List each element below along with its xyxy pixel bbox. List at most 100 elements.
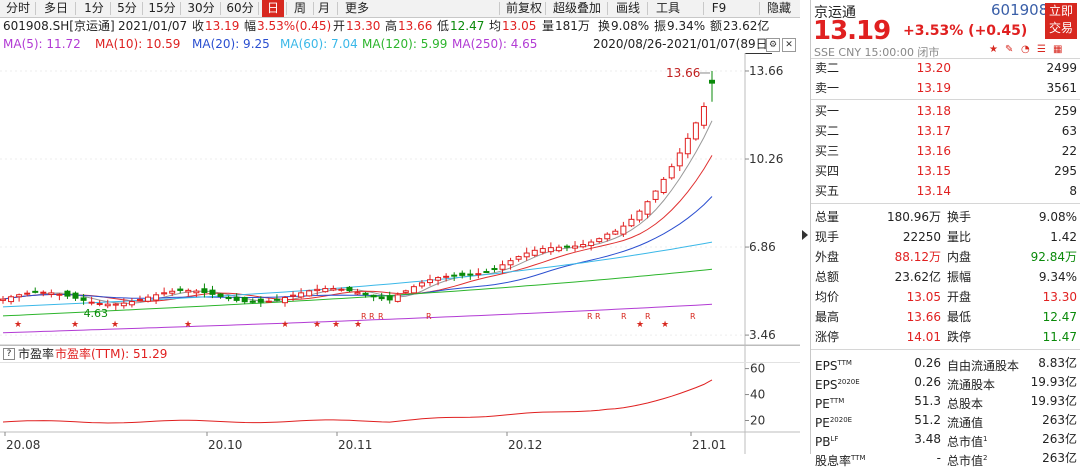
period-tab[interactable]: 月 — [313, 0, 335, 17]
candle-body — [531, 249, 538, 256]
candle-body — [40, 291, 47, 294]
candle-body — [467, 273, 474, 276]
candle-body — [628, 218, 635, 227]
fund-value: 0.26 — [914, 375, 941, 389]
high-label: 13.66 — [666, 66, 700, 80]
period-tab[interactable]: 15分 — [146, 0, 178, 17]
stat-key: 开盘 — [947, 290, 972, 304]
candle-body — [539, 248, 546, 253]
indicator-name[interactable]: 市盈率 — [18, 346, 54, 362]
candle-body — [402, 290, 409, 293]
star-icon[interactable]: ★ — [989, 44, 998, 55]
candle-body — [523, 252, 530, 258]
stat-key: 跌停 — [947, 330, 972, 344]
tab-separator — [647, 2, 648, 15]
candle-body — [56, 293, 63, 296]
indicator-tick-label: 20 — [750, 414, 765, 428]
event-r-marker[interactable]: R — [595, 312, 601, 321]
period-tab[interactable]: 多日 — [39, 0, 73, 17]
toolbar-tool-button[interactable]: 画线 — [610, 0, 646, 17]
candle-body — [281, 297, 288, 304]
event-r-marker[interactable]: R — [378, 312, 384, 321]
stat-row: 现手 22250 量比 1.42 — [811, 227, 1080, 247]
bid-row: 买五 13.14 8 — [811, 181, 1080, 201]
period-tab[interactable]: 5分 — [114, 0, 140, 17]
stat-key: 现手 — [815, 230, 840, 244]
event-r-marker[interactable]: R — [361, 312, 367, 321]
kline-chart[interactable]: 13.6610.266.863.4613.664.63★ ★ ★ ★ ★ ★ ★ ★ ★ ★R R R… — [0, 53, 800, 454]
bell-icon[interactable]: ◔ — [1021, 44, 1030, 55]
turn-value: 9.08% — [611, 19, 650, 33]
level-label: 买四 — [815, 164, 840, 178]
grid-icon[interactable]: ▦ — [1053, 44, 1062, 55]
event-star-icon[interactable]: ★ — [14, 320, 22, 330]
stat-key: 均价 — [815, 290, 840, 304]
event-r-marker[interactable]: R — [621, 312, 627, 321]
candle-body — [435, 277, 442, 281]
event-r-marker[interactable]: R — [369, 312, 375, 321]
bid-row: 买二 13.17 63 — [811, 121, 1080, 141]
event-star-icon[interactable]: ★ — [332, 320, 340, 330]
event-r-marker[interactable]: R — [426, 312, 432, 321]
candle-body — [338, 288, 345, 291]
toolbar-tool-button[interactable]: 超级叠加 — [548, 0, 606, 17]
event-star-icon[interactable]: ★ — [281, 320, 289, 330]
event-star-icon[interactable]: ★ — [184, 320, 192, 330]
candle-body — [676, 152, 683, 167]
stat-value: 9.34% — [1038, 270, 1077, 284]
y-tick-label: 6.86 — [749, 240, 776, 254]
stat-value: 88.12万 — [894, 250, 941, 264]
toolbar-tool-button[interactable]: 工具 — [650, 0, 686, 17]
candle-body — [604, 233, 611, 240]
stat-value: 23.62亿 — [894, 270, 941, 284]
event-r-marker[interactable]: R — [690, 312, 696, 321]
share-icon[interactable]: ✎ — [1005, 44, 1013, 55]
stat-key: 最低 — [947, 310, 972, 324]
fund-value: 3.48 — [914, 432, 941, 446]
event-star-icon[interactable]: ★ — [661, 320, 669, 330]
period-tab[interactable]: 周 — [289, 0, 311, 17]
candle-body — [483, 271, 490, 274]
event-star-icon[interactable]: ★ — [354, 320, 362, 330]
event-star-icon[interactable]: ★ — [71, 320, 79, 330]
candle-body — [96, 303, 103, 306]
period-tab[interactable]: 1分 — [80, 0, 108, 17]
candle-body — [64, 290, 71, 297]
ma20-legend: MA(20): 9.25 — [192, 37, 270, 51]
turn-label: 换 — [598, 19, 611, 33]
stat-row: 总量 180.96万 换手 9.08% — [811, 207, 1080, 227]
period-tab[interactable]: 更多 — [341, 0, 373, 17]
fund-value: 263亿 — [1042, 432, 1077, 446]
level-volume: 259 — [1054, 104, 1077, 118]
event-star-icon[interactable]: ★ — [111, 320, 119, 330]
event-star-icon[interactable]: ★ — [313, 320, 321, 330]
period-tab[interactable]: 分时 — [3, 0, 33, 17]
date-range[interactable]: 2020/08/26-2021/01/07(89日) — [593, 36, 773, 54]
period-tab[interactable]: 60分 — [224, 0, 256, 17]
event-star-icon[interactable]: ★ — [636, 320, 644, 330]
candle-body — [507, 260, 514, 266]
event-r-marker[interactable]: R — [587, 312, 593, 321]
toolbar-tool-button[interactable]: 前复权 — [502, 0, 546, 17]
candle-body — [265, 300, 272, 303]
toolbar-tool-button[interactable]: F9 — [706, 0, 732, 17]
settings-icon[interactable]: ⚙ — [766, 38, 780, 52]
collapse-arrow-icon[interactable] — [802, 230, 808, 240]
candle-body — [378, 296, 385, 300]
event-r-marker[interactable]: R — [645, 312, 651, 321]
tab-separator — [75, 2, 76, 15]
trade-button[interactable]: 立即 交易 — [1045, 3, 1077, 39]
help-icon[interactable]: ? — [3, 348, 15, 360]
period-tab[interactable]: 30分 — [184, 0, 218, 17]
fund-value: 19.93亿 — [1030, 394, 1077, 408]
candle-body — [112, 303, 119, 306]
stat-value: 14.01 — [906, 330, 941, 344]
toolbar-tool-button[interactable]: 隐藏 — [762, 0, 796, 17]
tab-separator — [499, 2, 500, 15]
close-icon[interactable]: ✕ — [782, 38, 796, 52]
fundamental-row: EPS2020E 0.26 流通股本 19.93亿 — [811, 372, 1080, 392]
ask-row: 卖一 13.19 3561 — [811, 78, 1080, 98]
period-tab[interactable]: 日 — [262, 0, 284, 17]
list-icon[interactable]: ☰ — [1037, 44, 1046, 55]
stat-row: 均价 13.05 开盘 13.30 — [811, 287, 1080, 307]
